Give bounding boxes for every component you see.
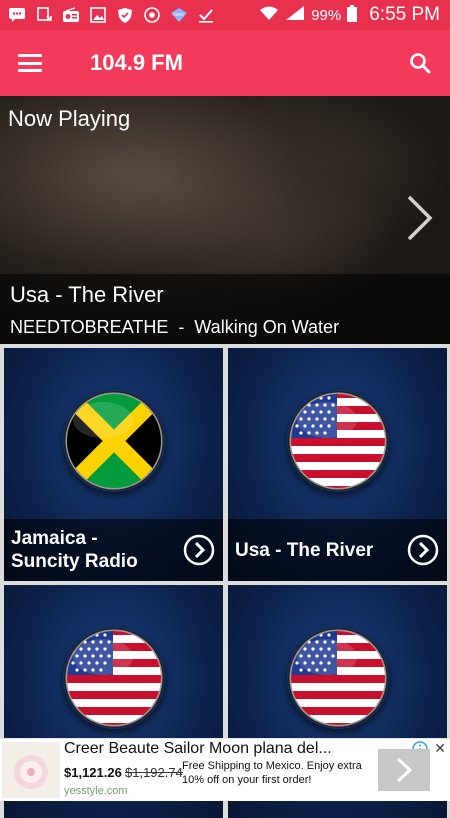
ad-banner[interactable]: Creer Beaute Sailor Moon plana del... $1…	[0, 738, 450, 801]
now-playing-track: NEEDTOBREATHE - Walking On Water	[10, 317, 340, 337]
ad-old-price: $1,192.74	[125, 765, 183, 780]
signal-icon	[285, 5, 305, 25]
chrome-icon	[143, 7, 161, 23]
station-card-footer: Jamaica - Suncity Radio	[4, 519, 223, 581]
clock: 6:55 PM	[369, 4, 440, 25]
station-title: Usa - The River	[235, 539, 374, 561]
station-card-usa[interactable]: Usa - The River	[228, 348, 447, 581]
ad-description: Free Shipping to Mexico. Enjoy extra 10%…	[182, 760, 362, 786]
check-icon	[197, 7, 215, 23]
menu-button[interactable]	[0, 30, 60, 96]
battery-text: 99%	[311, 6, 342, 24]
station-card-jamaica[interactable]: Jamaica - Suncity Radio	[4, 348, 223, 581]
battery-icon	[347, 4, 358, 26]
badge-icon: new	[170, 7, 188, 23]
usa-flag-icon	[287, 627, 389, 729]
now-playing-banner[interactable]: Now Playing Usa - The River NEEDTOBREATH…	[0, 96, 450, 344]
search-button[interactable]	[390, 30, 450, 96]
ad-domain: yesstyle.com	[64, 785, 128, 797]
ad-product-image[interactable]	[2, 742, 60, 798]
usa-flag-icon	[287, 390, 389, 492]
play-arrow-icon[interactable]	[407, 534, 439, 566]
chevron-right-icon	[396, 757, 413, 783]
page-title: 104.9 FM	[90, 50, 183, 75]
shield-icon	[116, 7, 134, 23]
chat-icon	[8, 7, 26, 23]
usa-flag-icon	[63, 627, 165, 729]
svg-text:new: new	[174, 12, 184, 18]
ad-price: $1,121.26	[64, 765, 122, 780]
jamaica-flag-icon	[63, 390, 165, 492]
now-playing-info: Usa - The River NEEDTOBREATHE - Walking …	[0, 274, 450, 344]
radio-icon	[62, 7, 80, 23]
station-grid: Jamaica - Suncity Radio Usa - The River	[0, 344, 450, 818]
ad-close-icon[interactable]: ✕	[434, 740, 446, 757]
image-icon	[89, 7, 107, 23]
station-title: Jamaica - Suncity Radio	[11, 528, 138, 572]
download-icon	[35, 7, 53, 23]
now-playing-station: Usa - The River	[10, 282, 164, 307]
now-playing-label: Now Playing	[8, 106, 131, 131]
chevron-right-icon[interactable]	[404, 194, 434, 242]
play-arrow-icon[interactable]	[183, 534, 215, 566]
menu-icon	[18, 54, 42, 72]
status-bar: new 99% 6:55 PM	[0, 0, 450, 30]
station-card-footer: Usa - The River	[228, 519, 447, 581]
ad-title[interactable]: Creer Beaute Sailor Moon plana del...	[64, 740, 332, 758]
wifi-icon	[259, 5, 279, 25]
ad-open-button[interactable]	[378, 749, 430, 791]
app-bar: 104.9 FM	[0, 30, 450, 96]
search-icon	[410, 53, 431, 74]
